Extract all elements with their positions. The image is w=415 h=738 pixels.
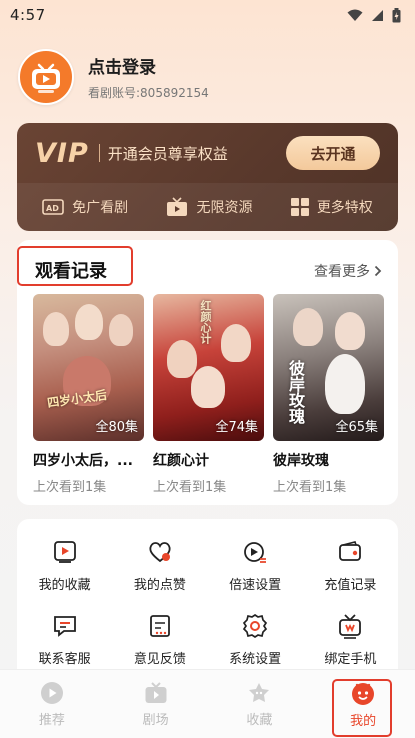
star-icon — [249, 682, 270, 702]
grid-icon — [290, 198, 309, 216]
profile-text: 点击登录 看剧账号:805892154 — [88, 53, 209, 101]
perk-ad-free[interactable]: AD 免广看剧 — [42, 197, 128, 217]
func-label: 绑定手机 — [324, 652, 377, 667]
nav-label: 剧场 — [142, 712, 169, 728]
perk-more[interactable]: 更多特权 — [290, 197, 373, 217]
watch-progress: 上次看到1集 — [33, 480, 107, 495]
perk-label: 无限资源 — [196, 200, 253, 216]
svg-text:AD: AD — [46, 204, 59, 213]
feedback-icon — [145, 611, 175, 641]
history-item[interactable]: 红颜心计 全74集 红颜心计 上次看到1集 — [153, 294, 264, 495]
my-favorites-button[interactable]: 我的收藏 — [17, 537, 112, 593]
episode-count: 全65集 — [335, 420, 378, 435]
profile-header[interactable]: 点击登录 看剧账号:805892154 — [18, 48, 398, 106]
perk-label: 更多特权 — [316, 200, 373, 216]
see-more-link[interactable]: 查看更多 — [314, 261, 382, 281]
wifi-icon — [347, 9, 363, 21]
poster-figure — [109, 314, 133, 346]
bind-phone-button[interactable]: 绑定手机 — [303, 611, 398, 667]
vip-divider — [98, 144, 100, 162]
see-more-label: 查看更多 — [314, 264, 370, 280]
nav-label: 推荐 — [38, 712, 65, 728]
watch-progress: 上次看到1集 — [273, 480, 347, 495]
functions-card: 我的收藏 我的点赞 倍速设置 充值记录 联系客服 意见反馈 系统设置 绑定手机 — [17, 519, 398, 669]
speed-settings-button[interactable]: 倍速设置 — [208, 537, 303, 593]
func-label: 我的点赞 — [133, 578, 186, 593]
theater-icon — [145, 681, 167, 703]
history-list: 四岁小太后 全80集 四岁小太后，... 上次看到1集 红颜心计 全74集 红颜… — [33, 294, 384, 495]
account-id: 看剧账号:805892154 — [88, 86, 209, 100]
speed-icon — [240, 537, 270, 567]
tv-icon — [167, 197, 188, 216]
status-time: 4:57 — [10, 6, 46, 24]
episode-count: 全80集 — [95, 420, 138, 435]
bottom-nav: 推荐 剧场 收藏 我的 — [0, 669, 415, 738]
customer-service-button[interactable]: 联系客服 — [17, 611, 112, 667]
tv-avatar-icon — [32, 63, 60, 93]
perk-label: 免广看剧 — [72, 200, 129, 216]
history-item[interactable]: 四岁小太后 全80集 四岁小太后，... 上次看到1集 — [33, 294, 144, 495]
episode-count: 全74集 — [215, 420, 258, 435]
drama-title[interactable]: 四岁小太后，... — [33, 450, 144, 470]
nav-mine[interactable]: 我的 — [318, 674, 408, 737]
system-settings-button[interactable]: 系统设置 — [208, 611, 303, 667]
favorites-icon — [50, 537, 80, 567]
history-item[interactable]: 彼岸玫瑰 全65集 彼岸玫瑰 上次看到1集 — [273, 294, 384, 495]
poster-figure — [191, 366, 225, 408]
func-label: 我的收藏 — [38, 578, 91, 593]
func-label: 意见反馈 — [133, 652, 186, 667]
wallet-icon — [335, 537, 365, 567]
drama-title[interactable]: 红颜心计 — [153, 450, 264, 470]
play-icon — [40, 681, 63, 704]
bind-phone-icon — [335, 611, 365, 641]
poster-title-art: 四岁小太后 — [46, 387, 108, 411]
feedback-button[interactable]: 意见反馈 — [112, 611, 207, 667]
poster-image[interactable]: 红颜心计 全74集 — [153, 294, 264, 441]
customer-service-icon — [50, 611, 80, 641]
poster-figure — [335, 312, 365, 350]
login-label[interactable]: 点击登录 — [88, 53, 209, 78]
functions-grid: 我的收藏 我的点赞 倍速设置 充值记录 联系客服 意见反馈 系统设置 绑定手机 — [17, 537, 398, 667]
func-label: 联系客服 — [38, 652, 91, 667]
recharge-records-button[interactable]: 充值记录 — [303, 537, 398, 593]
signal-icon — [372, 9, 383, 21]
poster-figure — [293, 308, 323, 346]
nav-label: 收藏 — [246, 712, 273, 728]
likes-icon — [145, 537, 175, 567]
watch-history-card: 观看记录 查看更多 四岁小太后 全80集 四岁小太后，... 上次看到1集 红颜… — [17, 240, 398, 505]
open-vip-button[interactable]: 去开通 — [286, 136, 380, 170]
func-label: 倍速设置 — [229, 578, 282, 593]
drama-title[interactable]: 彼岸玫瑰 — [273, 450, 384, 470]
perk-unlimited[interactable]: 无限资源 — [166, 197, 252, 217]
poster-figure — [221, 324, 251, 362]
poster-image[interactable]: 四岁小太后 全80集 — [33, 294, 144, 441]
avatar[interactable] — [18, 49, 74, 105]
vip-logo: VIP — [35, 137, 89, 169]
vip-description: 开通会员尊享权益 — [107, 144, 228, 163]
vip-card[interactable]: VIP 开通会员尊享权益 去开通 AD 免广看剧 无限资源 更多特权 — [17, 123, 398, 231]
status-icons — [347, 7, 401, 23]
func-label: 系统设置 — [229, 652, 282, 667]
nav-recommend[interactable]: 推荐 — [7, 674, 97, 734]
my-likes-button[interactable]: 我的点赞 — [112, 537, 207, 593]
nav-favorites[interactable]: 收藏 — [214, 674, 304, 734]
watch-progress: 上次看到1集 — [153, 480, 227, 495]
poster-figure — [167, 340, 197, 378]
vip-perks: AD 免广看剧 无限资源 更多特权 — [17, 183, 398, 231]
nav-theater[interactable]: 剧场 — [111, 674, 201, 734]
poster-figure — [325, 354, 365, 414]
poster-title-art: 彼岸玫瑰 — [286, 360, 305, 424]
poster-figure — [75, 304, 103, 340]
poster-image[interactable]: 彼岸玫瑰 全65集 — [273, 294, 384, 441]
battery-icon — [392, 7, 401, 22]
poster-title-art: 红颜心计 — [199, 300, 212, 344]
poster-figure — [43, 312, 69, 346]
history-title: 观看记录 — [35, 261, 107, 282]
nav-active-highlight — [332, 679, 393, 737]
ad-free-icon: AD — [42, 199, 64, 215]
chevron-right-icon — [374, 265, 382, 277]
settings-icon — [240, 611, 270, 641]
status-bar: 4:57 — [0, 0, 415, 30]
func-label: 充值记录 — [324, 578, 377, 593]
